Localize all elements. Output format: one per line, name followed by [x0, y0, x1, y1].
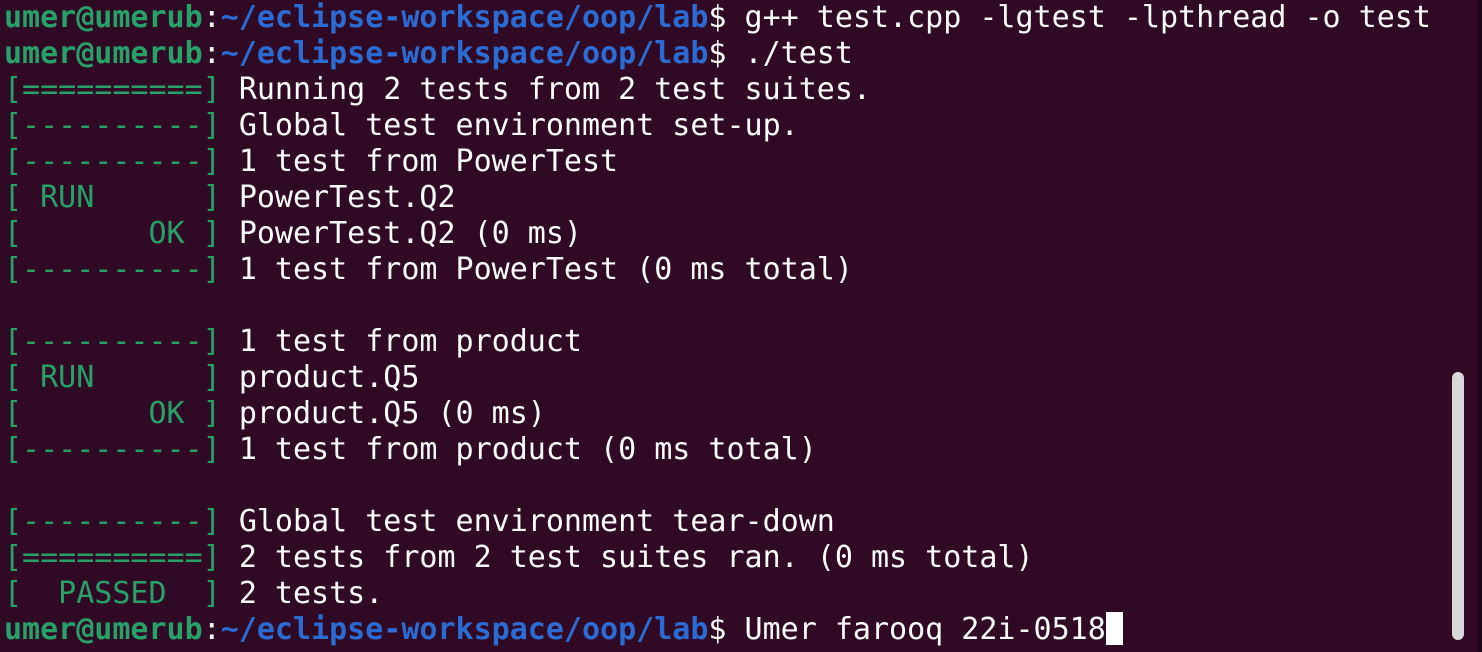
output-line: [----------] Global test environment tea… — [4, 504, 1482, 540]
gtest-status-tag: [----------] — [4, 432, 221, 467]
tag-spacer — [221, 108, 239, 143]
output-text: 1 test from PowerTest — [238, 144, 619, 179]
tag-spacer — [221, 360, 239, 395]
output-line: [----------] 1 test from product — [4, 324, 1482, 360]
window-edge — [1478, 0, 1482, 652]
prompt-path: ~/eclipse-workspace/oop/lab — [220, 36, 709, 71]
tag-spacer — [221, 144, 239, 179]
prompt-separator: : — [202, 612, 221, 647]
prompt-symbol: $ — [708, 36, 745, 71]
output-text: Running 2 tests from 2 test suites. — [238, 72, 871, 107]
gtest-status-tag: [----------] — [4, 108, 221, 143]
prompt-line: umer@umerub:~/eclipse-workspace/oop/lab$… — [4, 612, 1482, 648]
gtest-status-tag: [----------] — [4, 504, 221, 539]
scrollbar-thumb[interactable] — [1452, 372, 1464, 640]
command-text: ./test — [744, 36, 853, 71]
output-line: [ RUN ] PowerTest.Q2 — [4, 180, 1482, 216]
tag-spacer — [221, 396, 239, 431]
prompt-line: umer@umerub:~/eclipse-workspace/oop/lab$… — [4, 36, 1482, 72]
output-text: PowerTest.Q2 — [238, 180, 456, 215]
tag-spacer — [221, 252, 239, 287]
output-text: 2 tests from 2 test suites ran. (0 ms to… — [238, 540, 1034, 575]
output-line: [ OK ] PowerTest.Q2 (0 ms) — [4, 216, 1482, 252]
output-line: [----------] Global test environment set… — [4, 108, 1482, 144]
output-line: [----------] 1 test from PowerTest (0 ms… — [4, 252, 1482, 288]
output-line: [ RUN ] product.Q5 — [4, 360, 1482, 396]
tag-spacer — [221, 324, 239, 359]
gtest-status-tag: [==========] — [4, 72, 221, 107]
tag-spacer — [221, 72, 239, 107]
tag-spacer — [221, 180, 239, 215]
output-text: 1 test from product — [238, 324, 582, 359]
output-line: [----------] 1 test from PowerTest — [4, 144, 1482, 180]
output-text: Global test environment set-up. — [238, 108, 799, 143]
output-text: Global test environment tear-down — [238, 504, 835, 539]
terminal-output[interactable]: umer@umerub:~/eclipse-workspace/oop/lab$… — [4, 0, 1482, 648]
prompt-user-host: umer@umerub — [4, 612, 203, 647]
output-line: [==========] Running 2 tests from 2 test… — [4, 72, 1482, 108]
command-text: Umer farooq 22i-0518 — [744, 612, 1106, 647]
prompt-user-host: umer@umerub — [4, 0, 203, 35]
output-text: 1 test from PowerTest (0 ms total) — [238, 252, 853, 287]
command-text: g++ test.cpp -lgtest -lpthread -o test — [744, 0, 1431, 35]
gtest-status-tag: [ OK ] — [4, 396, 221, 431]
terminal-window[interactable]: umer@umerub:~/eclipse-workspace/oop/lab$… — [0, 0, 1482, 652]
output-line: [ PASSED ] 2 tests. — [4, 576, 1482, 612]
tag-spacer — [221, 504, 239, 539]
tag-spacer — [221, 540, 239, 575]
prompt-user-host: umer@umerub — [4, 36, 203, 71]
output-line: [==========] 2 tests from 2 test suites … — [4, 540, 1482, 576]
gtest-status-tag: [==========] — [4, 540, 221, 575]
output-line: [----------] 1 test from product (0 ms t… — [4, 432, 1482, 468]
gtest-status-tag: [ RUN ] — [4, 180, 221, 215]
gtest-status-tag: [ OK ] — [4, 216, 221, 251]
gtest-status-tag: [----------] — [4, 324, 221, 359]
prompt-line: umer@umerub:~/eclipse-workspace/oop/lab$… — [4, 0, 1482, 36]
prompt-separator: : — [202, 0, 221, 35]
prompt-separator: : — [202, 36, 221, 71]
output-text: product.Q5 — [238, 360, 420, 395]
prompt-symbol: $ — [708, 612, 745, 647]
tag-spacer — [221, 216, 239, 251]
output-line: [ OK ] product.Q5 (0 ms) — [4, 396, 1482, 432]
gtest-status-tag: [ PASSED ] — [4, 576, 221, 611]
gtest-status-tag: [ RUN ] — [4, 360, 221, 395]
output-text: 1 test from product (0 ms total) — [238, 432, 817, 467]
output-text: product.Q5 (0 ms) — [238, 396, 546, 431]
output-text: PowerTest.Q2 (0 ms) — [238, 216, 582, 251]
prompt-path: ~/eclipse-workspace/oop/lab — [220, 0, 709, 35]
tag-spacer — [221, 432, 239, 467]
prompt-symbol: $ — [708, 0, 745, 35]
tag-spacer — [221, 576, 239, 611]
text-cursor — [1105, 612, 1123, 645]
prompt-path: ~/eclipse-workspace/oop/lab — [220, 612, 709, 647]
vertical-scrollbar[interactable] — [1452, 0, 1464, 652]
gtest-status-tag: [----------] — [4, 252, 221, 287]
output-text: 2 tests. — [238, 576, 384, 611]
gtest-status-tag: [----------] — [4, 144, 221, 179]
